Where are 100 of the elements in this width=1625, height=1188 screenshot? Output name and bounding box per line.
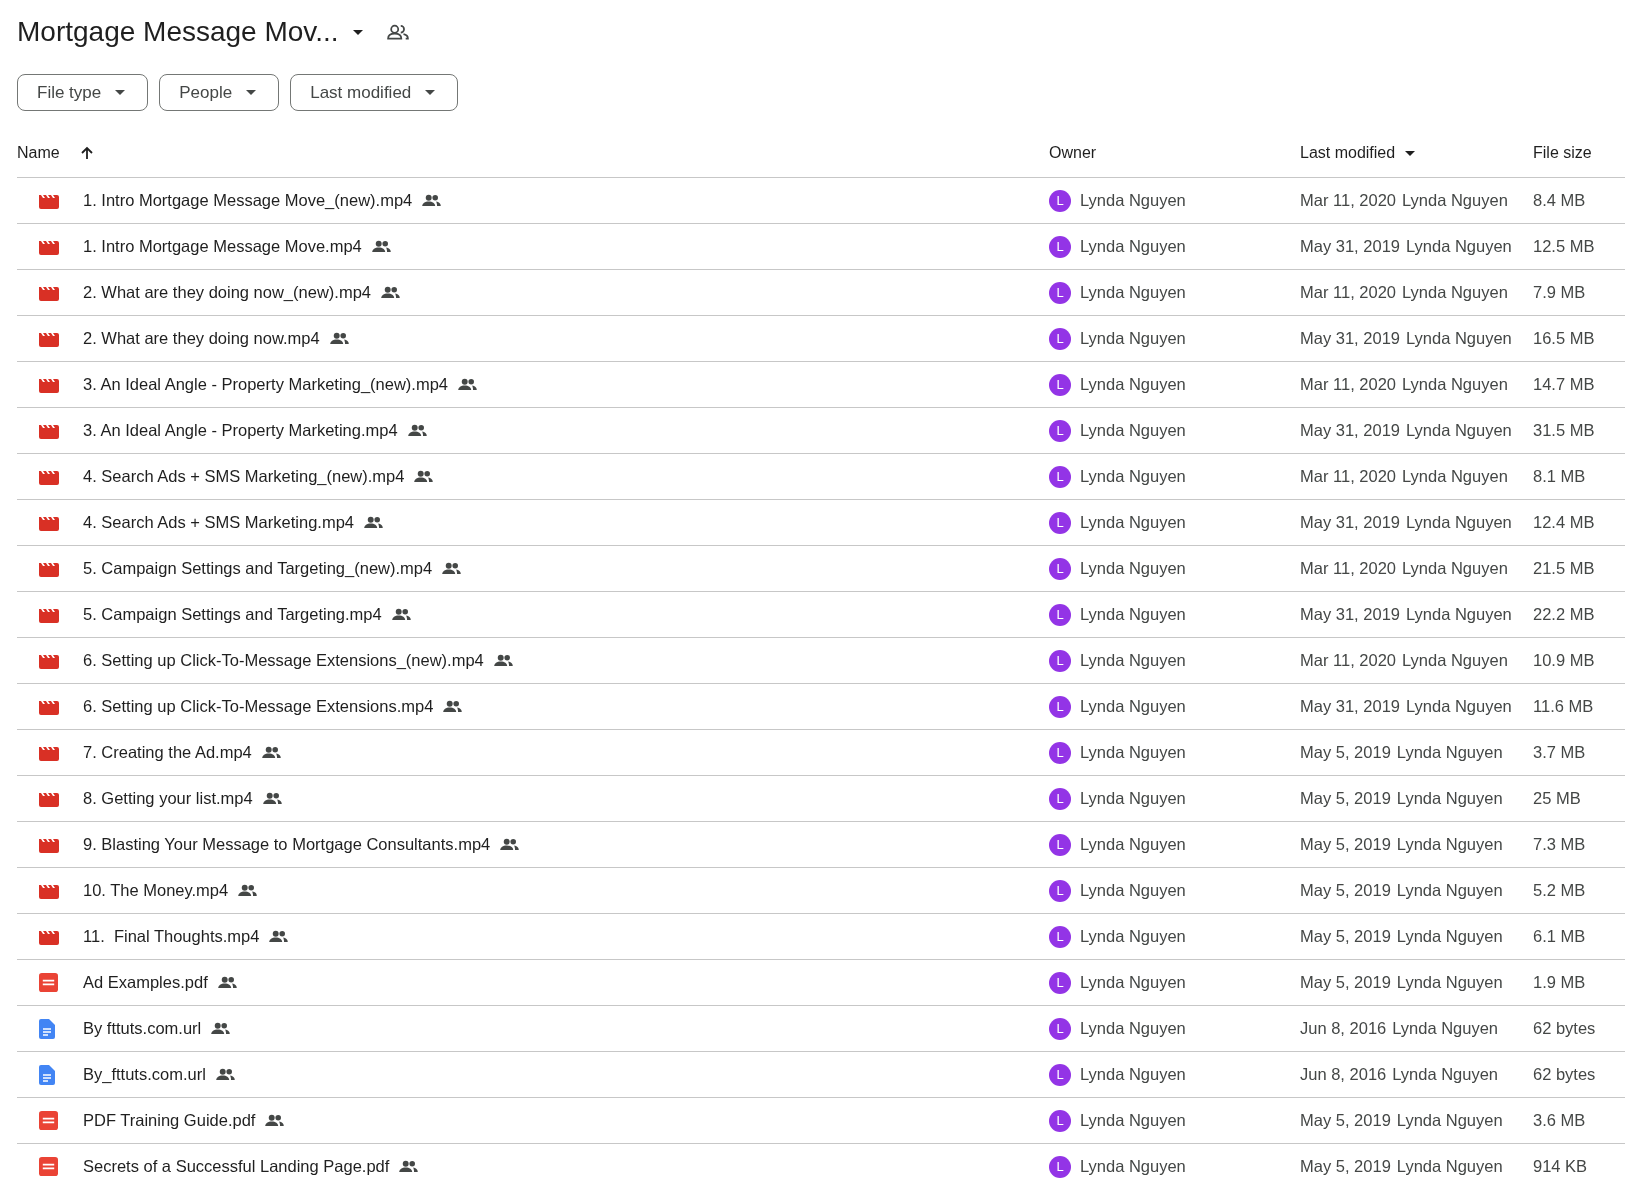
file-name[interactable]: 3. An Ideal Angle - Property Marketing_(new).mp4 — [83, 375, 449, 394]
modified-date: May 5, 2019 — [1300, 973, 1391, 992]
shared-people-icon — [500, 838, 520, 851]
file-name[interactable]: 9. Blasting Your Message to Mortgage Consultants.mp4 — [83, 835, 491, 854]
shared-people-icon — [458, 378, 478, 391]
owner-avatar: L — [1049, 833, 1071, 856]
file-size: 22.2 MB — [1533, 605, 1595, 623]
file-size: 8.4 MB — [1533, 191, 1586, 209]
video-file-icon — [39, 882, 59, 899]
dropdown-caret-icon — [115, 90, 126, 95]
file-name[interactable]: 1. Intro Mortgage Message Move.mp4 — [83, 237, 362, 256]
file-size: 31.5 MB — [1533, 421, 1595, 439]
video-file-icon — [39, 422, 59, 439]
owner-avatar: L — [1049, 419, 1071, 442]
file-name[interactable]: By_fttuts.com.url — [83, 1065, 206, 1084]
video-file-icon — [39, 836, 59, 853]
file-name[interactable]: Ad Examples.pdf — [83, 973, 208, 992]
file-name[interactable]: 6. Setting up Click-To-Message Extensions_(new).mp4 — [83, 651, 484, 670]
filter-chip[interactable]: Last modified — [290, 74, 459, 111]
column-header[interactable]: Name — [17, 144, 60, 162]
shared-people-icon — [442, 562, 462, 575]
column-header[interactable]: Owner — [1049, 144, 1097, 162]
file-size: 7.3 MB — [1533, 835, 1586, 853]
file-name[interactable]: 5. Campaign Settings and Targeting.mp4 — [83, 605, 382, 624]
owner-name: Lynda Nguyen — [1080, 1157, 1186, 1176]
owner-avatar: L — [1049, 281, 1071, 304]
modified-date: May 5, 2019 — [1300, 927, 1391, 946]
pdf-file-icon — [39, 1111, 58, 1130]
file-name[interactable]: Secrets of a Successful Landing Page.pdf — [83, 1157, 390, 1176]
shared-people-icon — [265, 1114, 285, 1127]
file-name[interactable]: 6. Setting up Click-To-Message Extensions.mp4 — [83, 697, 434, 716]
shared-people-icon — [211, 1022, 231, 1035]
video-file-icon — [39, 698, 59, 715]
video-file-icon — [39, 468, 59, 485]
shared-people-icon — [238, 884, 258, 897]
file-name[interactable]: PDF Training Guide.pdf — [83, 1111, 256, 1130]
file-size: 62 bytes — [1533, 1065, 1596, 1083]
file-name[interactable]: 2. What are they doing now.mp4 — [83, 329, 320, 348]
owner-avatar: L — [1049, 695, 1071, 718]
video-file-icon — [39, 238, 59, 255]
owner-avatar: L — [1049, 465, 1071, 488]
owner-avatar: L — [1049, 189, 1071, 212]
modified-by: Lynda Nguyen — [1396, 881, 1503, 900]
dropdown-caret-icon — [246, 90, 257, 95]
shared-people-icon — [381, 286, 400, 299]
owner-name: Lynda Nguyen — [1080, 421, 1186, 440]
modified-by: Lynda Nguyen — [1406, 421, 1512, 440]
filter-chip[interactable]: File type — [17, 74, 149, 111]
file-name[interactable]: 5. Campaign Settings and Targeting_(new).mp4 — [83, 559, 433, 578]
filter-chip[interactable]: People — [159, 74, 280, 111]
modified-by: Lynda Nguyen — [1406, 697, 1512, 716]
modified-date: May 31, 2019 — [1300, 329, 1400, 348]
owner-name: Lynda Nguyen — [1080, 1065, 1186, 1084]
column-header[interactable]: Last modified — [1300, 144, 1396, 162]
owner-name: Lynda Nguyen — [1080, 973, 1186, 992]
column-header[interactable]: File size — [1533, 144, 1592, 162]
owner-avatar: L — [1049, 1109, 1071, 1132]
file-size: 21.5 MB — [1533, 559, 1595, 577]
shared-people-icon — [493, 654, 513, 667]
owner-avatar: L — [1049, 1017, 1071, 1040]
file-name[interactable]: 2. What are they doing now_(new).mp4 — [83, 283, 371, 302]
file-name[interactable]: 4. Search Ads + SMS Marketing_(new).mp4 — [83, 467, 405, 486]
file-size: 7.9 MB — [1533, 283, 1586, 301]
sort-down-caret-icon[interactable] — [1405, 150, 1416, 156]
dropdown-caret-icon — [425, 90, 436, 95]
file-size: 25 MB — [1533, 789, 1581, 807]
modified-date: May 5, 2019 — [1300, 789, 1391, 808]
modified-date: Mar 11, 2020 — [1300, 467, 1396, 486]
owner-name: Lynda Nguyen — [1080, 1111, 1186, 1130]
modified-by: Lynda Nguyen — [1396, 973, 1503, 992]
owner-avatar: L — [1049, 1155, 1071, 1178]
modified-by: Lynda Nguyen — [1396, 1111, 1503, 1130]
file-name[interactable]: 3. An Ideal Angle - Property Marketing.mp4 — [83, 421, 398, 440]
video-file-icon — [39, 928, 59, 945]
folder-title[interactable]: Mortgage Message Mov... — [17, 16, 339, 48]
modified-date: Mar 11, 2020 — [1300, 651, 1396, 670]
owner-name: Lynda Nguyen — [1080, 789, 1186, 808]
pdf-file-icon — [39, 973, 58, 992]
shared-people-icon — [217, 976, 237, 989]
file-name[interactable]: 11. Final Thoughts.mp4 — [83, 927, 260, 946]
file-size: 11.6 MB — [1533, 697, 1594, 715]
owner-avatar: L — [1049, 1063, 1071, 1086]
file-name[interactable]: 7. Creating the Ad.mp4 — [83, 743, 252, 762]
owner-name: Lynda Nguyen — [1080, 283, 1186, 302]
file-name[interactable]: 1. Intro Mortgage Message Move_(new).mp4 — [83, 191, 413, 210]
modified-date: May 31, 2019 — [1300, 237, 1400, 256]
file-name[interactable]: 4. Search Ads + SMS Marketing.mp4 — [83, 513, 354, 532]
file-size: 5.2 MB — [1533, 881, 1586, 899]
file-size: 6.1 MB — [1533, 927, 1586, 945]
file-name[interactable]: 8. Getting your list.mp4 — [83, 789, 253, 808]
modified-by: Lynda Nguyen — [1392, 1065, 1499, 1084]
file-name[interactable]: By fttuts.com.url — [83, 1019, 202, 1038]
modified-date: Mar 11, 2020 — [1300, 283, 1396, 302]
video-file-icon — [39, 652, 59, 669]
sort-up-arrow-icon[interactable] — [79, 146, 94, 160]
modified-date: May 5, 2019 — [1300, 1157, 1391, 1176]
file-name[interactable]: 10. The Money.mp4 — [83, 881, 229, 900]
modified-by: Lynda Nguyen — [1396, 789, 1503, 808]
video-file-icon — [39, 606, 59, 623]
modified-date: Mar 11, 2020 — [1300, 375, 1396, 394]
